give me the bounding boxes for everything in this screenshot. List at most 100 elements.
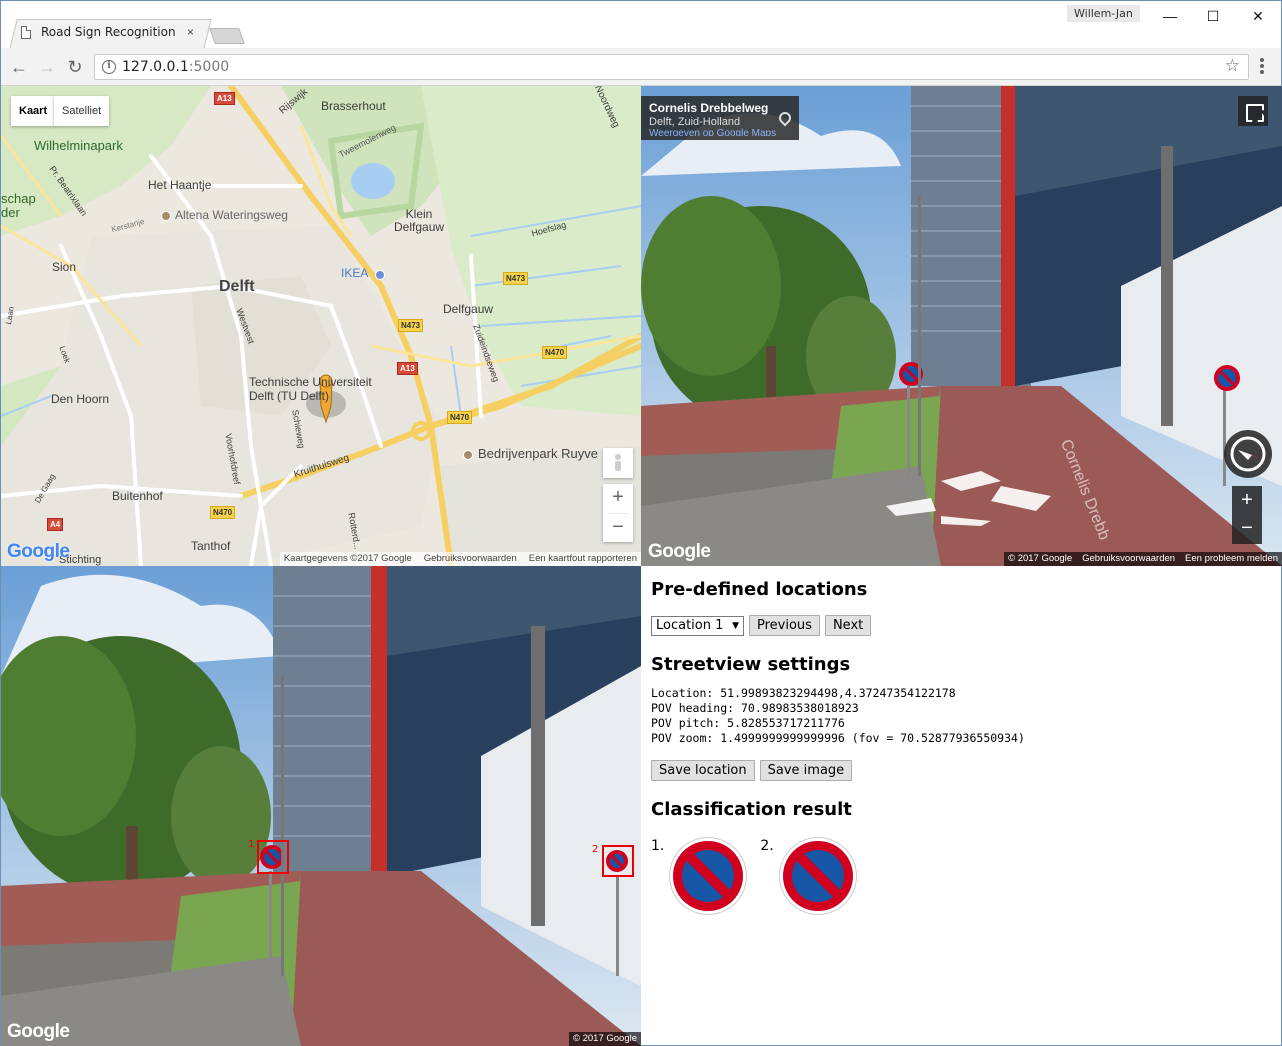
url-host: 127.0.0.1 [122,59,189,75]
pegman-icon[interactable] [603,448,633,478]
map-zoom-control: + − [603,484,633,542]
new-tab-button[interactable] [209,28,245,44]
detection-box-2 [602,845,634,877]
result-item: 1. [651,838,747,914]
menu-icon[interactable] [1259,56,1265,78]
map-type-kaart[interactable]: Kaart [11,96,56,126]
road-shield: N473 [503,272,529,285]
streetview-panorama[interactable]: Cornelis Drebb Cornelis Drebbelweg Delft… [641,86,1282,566]
road-shield: N470 [542,346,568,359]
map-canvas [1,86,641,566]
poi-icon [463,450,473,460]
tab-title: Road Sign Recognition [41,25,176,39]
fullscreen-icon[interactable] [1238,96,1268,126]
detection-box-1 [257,840,289,874]
no-parking-sign-icon [670,838,747,914]
save-image-button[interactable]: Save image [759,760,853,781]
map-label: Buitenhof [112,489,163,503]
pov-pitch-value: POV pitch: 5.828553717211776 [651,716,845,730]
title-bar: Road Sign Recognition × Willem-Jan — ☐ ✕ [1,1,1281,49]
map-label: Bedrijvenpark Ruyve [478,446,598,461]
streetview-copyright: © 2017 Google [1008,553,1073,564]
bookmark-star-icon[interactable]: ☆ [1225,56,1240,76]
streetview-footer: © 2017 Google Gebruiksvoorwaarden Een pr… [1004,552,1282,566]
captured-image-canvas [1,566,641,1046]
capture-copyright: © 2017 Google [572,1033,637,1044]
streetview-zoom-in-button[interactable]: + [1232,486,1262,515]
browser-window: Road Sign Recognition × Willem-Jan — ☐ ✕… [0,0,1282,1046]
streetview-canvas [641,86,1282,566]
previous-button[interactable]: Previous [749,615,820,636]
road-shield: N470 [210,506,236,519]
browser-toolbar: ← → ↻ i 127.0.0.1:5000 ☆ [1,48,1281,86]
profile-badge[interactable]: Willem-Jan [1067,5,1140,22]
address-bar[interactable]: i 127.0.0.1:5000 ☆ [94,54,1249,80]
close-button[interactable]: ✕ [1248,7,1268,25]
map-label: der [1,205,20,220]
detection-label-1: 1 [248,839,255,850]
map-label: Brasserhout [321,99,386,113]
info-icon[interactable]: i [102,60,116,74]
view-on-maps-link[interactable]: Weergeven op Google Maps [649,128,791,136]
forward-arrow-icon[interactable]: → [36,56,58,78]
map-zoom-in-button[interactable]: + [603,484,633,513]
tab-close-icon[interactable]: × [187,25,194,39]
back-arrow-icon[interactable]: ← [8,56,30,78]
google-logo: Google [648,541,711,562]
map-label: Het Haantje [148,178,212,192]
map-label: Wilhelminapark [34,138,123,153]
map-label: Den Hoorn [51,392,110,406]
no-parking-sign-icon [779,838,856,914]
road-shield: N470 [447,411,473,424]
detection-label-2: 2 [592,844,599,855]
minimize-button[interactable]: — [1160,7,1180,25]
map-label: Sion [52,260,77,274]
map-label: Tanthof [191,539,231,553]
predefined-locations-heading: Pre-defined locations [651,579,868,600]
pov-zoom-value: POV zoom: 1.4999999999999996 (fov = 70.5… [651,731,1025,745]
control-panel: Pre-defined locations Location 1 Previou… [641,566,1282,1046]
result-rank: 2. [760,838,774,854]
road-shield: A13 [214,92,235,105]
streetview-zoom-out-button[interactable]: − [1232,515,1262,544]
map-footer: Kaartgegevens ©2017 Google Gebruiksvoorw… [279,552,641,566]
map-label: Delfgauw [443,302,494,316]
pov-heading-value: POV heading: 70.98983538018923 [651,701,859,715]
captured-image: 1 2 Google © 2017 Google [1,566,641,1046]
google-logo: Google [7,541,70,562]
url-port: :5000 [188,59,230,75]
road-shield: N473 [398,319,424,332]
reload-icon[interactable]: ↻ [64,56,86,78]
streetview-subtitle: Delft, Zuid-Holland [649,116,741,128]
map-data-credit: Kaartgegevens ©2017 Google [283,553,412,564]
report-problem-link[interactable]: Een probleem melden [1185,552,1278,566]
poi-icon [161,211,171,221]
report-error-link[interactable]: Een kaartfout rapporteren [529,552,637,566]
terms-link[interactable]: Gebruiksvoorwaarden [424,552,517,566]
compass-icon[interactable] [1224,430,1272,478]
map-label: Klein Delfgauw [394,207,445,234]
tab-content[interactable]: Road Sign Recognition [21,25,176,39]
classification-results: 1. 2. [651,838,1272,914]
map-view[interactable]: Kaart Satelliet Rijswijk Brasserhout Noo… [1,86,641,566]
map-label: Altena Wateringsweg [175,208,288,222]
next-button[interactable]: Next [824,615,872,636]
map-type-satelliet[interactable]: Satelliet [54,96,110,126]
streetview-settings-heading: Streetview settings [651,654,851,675]
poi-icon [375,270,385,280]
location-select[interactable]: Location 1 [651,615,744,636]
terms-link[interactable]: Gebruiksvoorwaarden [1082,552,1175,566]
map-label: schap [1,191,36,206]
result-item: 2. [760,838,856,914]
save-location-button[interactable]: Save location [651,760,755,781]
capture-footer: © 2017 Google [568,1032,641,1046]
map-label: IKEA [341,266,369,280]
maximize-button[interactable]: ☐ [1203,7,1223,25]
classification-result-heading: Classification result [651,799,852,820]
google-logo: Google [7,1021,70,1042]
map-zoom-out-button[interactable]: − [603,514,633,543]
result-rank: 1. [651,838,665,854]
streetview-info-box: Cornelis Drebbelweg Delft, Zuid-Holland … [641,96,799,140]
url-text[interactable]: 127.0.0.1:5000 [122,59,229,75]
streetview-zoom-control: + − [1232,486,1262,544]
